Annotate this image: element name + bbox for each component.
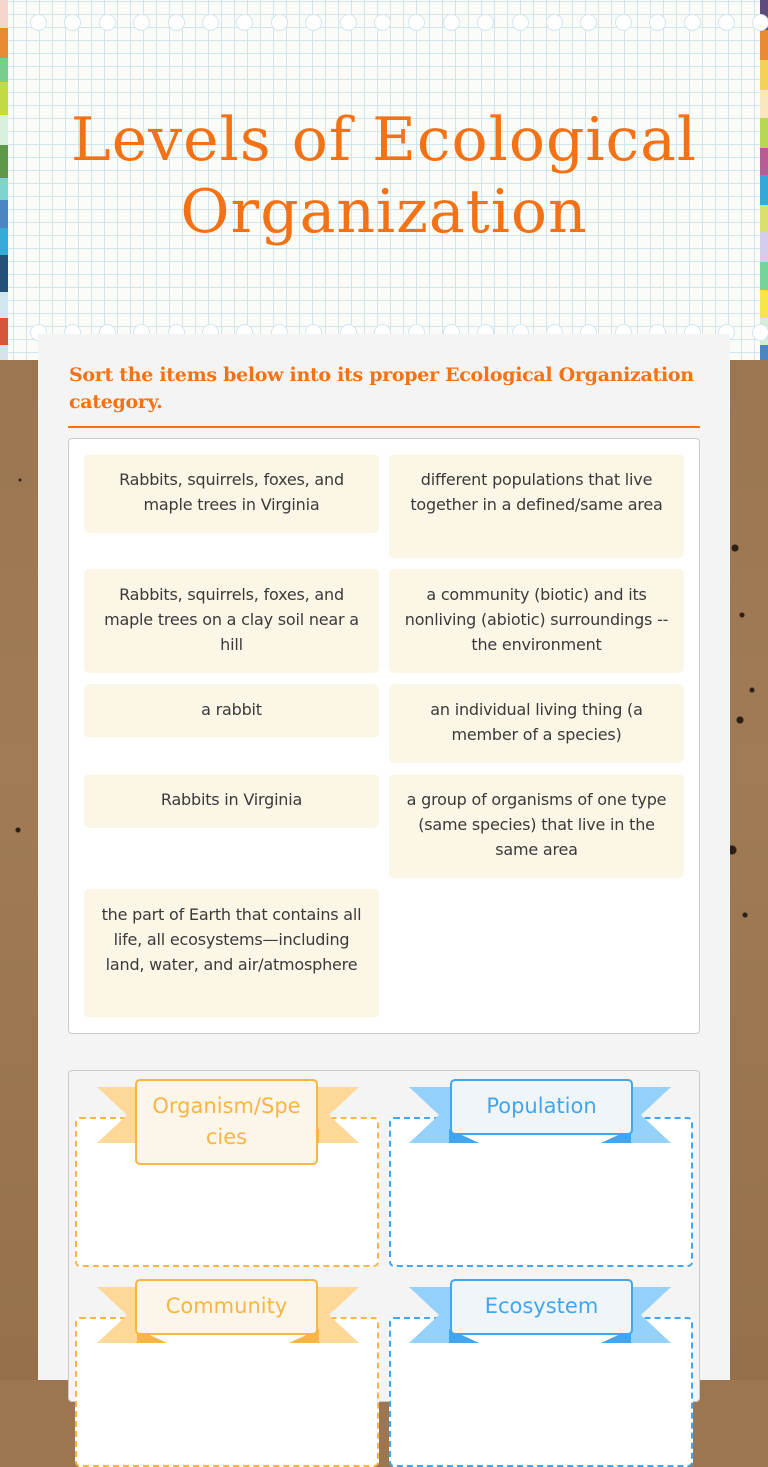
binder-hole	[408, 14, 426, 31]
binder-hole	[270, 14, 288, 31]
binder-hole	[30, 14, 47, 31]
draggable-item[interactable]: the part of Earth that contains all life…	[84, 889, 379, 1018]
category-label: Ecosystem	[450, 1279, 633, 1335]
binder-hole	[305, 14, 323, 31]
binder-hole	[546, 14, 563, 31]
item-text: a group of organisms of one type (same s…	[406, 790, 667, 859]
category-drop-zones: Organism/Species Population Community Ec…	[68, 1070, 700, 1467]
draggable-item[interactable]: Rabbits in Virginia	[84, 774, 379, 828]
draggable-item[interactable]: different populations that live together…	[389, 454, 684, 558]
binder-hole	[718, 14, 735, 31]
draggable-item[interactable]: a community (biotic) and its nonliving (…	[389, 569, 684, 673]
category-label-text: Organism/Species	[152, 1094, 301, 1149]
item-text: an individual living thing (a member of …	[430, 700, 643, 744]
graph-paper-header: Levels of Ecological Organization	[0, 0, 768, 360]
item-text: Rabbits, squirrels, foxes, and maple tre…	[104, 585, 359, 654]
binder-hole	[374, 14, 391, 31]
draggable-item[interactable]: an individual living thing (a member of …	[389, 684, 684, 763]
binder-hole	[752, 14, 768, 31]
category-label: Organism/Species	[135, 1079, 318, 1165]
draggable-items-pool: Rabbits, squirrels, foxes, and maple tre…	[68, 438, 700, 1034]
binder-hole	[339, 14, 357, 31]
binder-hole	[64, 14, 82, 31]
binder-hole	[167, 14, 185, 31]
binder-hole	[133, 14, 151, 31]
title-line-1: Levels of Ecological	[70, 105, 698, 175]
instructions: Sort the items below into its proper Eco…	[69, 364, 694, 413]
draggable-item[interactable]: Rabbits, squirrels, foxes, and maple tre…	[84, 454, 379, 533]
binder-hole	[649, 14, 667, 31]
title-line-2: Organization	[180, 177, 588, 247]
binder-hole	[442, 14, 460, 31]
category-label: Community	[135, 1279, 318, 1335]
binder-holes-top	[0, 14, 768, 34]
item-text: Rabbits, squirrels, foxes, and maple tre…	[119, 470, 344, 514]
item-text: Rabbits in Virginia	[160, 790, 303, 809]
category-label-text: Ecosystem	[484, 1294, 599, 1318]
binder-hole	[236, 14, 254, 31]
binder-hole	[752, 324, 768, 341]
item-text: a rabbit	[201, 700, 262, 719]
category-label-text: Community	[165, 1294, 288, 1318]
item-text: the part of Earth that contains all life…	[101, 905, 362, 974]
item-text: a community (biotic) and its nonliving (…	[404, 585, 669, 654]
binder-hole	[511, 14, 529, 31]
draggable-item[interactable]: Rabbits, squirrels, foxes, and maple tre…	[84, 569, 379, 673]
divider	[68, 426, 700, 428]
binder-hole	[580, 14, 598, 31]
draggable-item[interactable]: a rabbit	[84, 684, 379, 738]
binder-hole	[202, 14, 219, 31]
page-title: Levels of Ecological Organization	[0, 104, 768, 248]
item-text: different populations that live together…	[410, 470, 663, 514]
draggable-item[interactable]: a group of organisms of one type (same s…	[389, 774, 684, 878]
binder-hole	[477, 14, 495, 31]
binder-hole	[614, 14, 632, 31]
category-label: Population	[450, 1079, 633, 1135]
binder-hole	[683, 14, 701, 31]
worksheet-card: Sort the items below into its proper Eco…	[38, 334, 730, 1467]
binder-hole	[98, 14, 116, 31]
category-label-text: Population	[486, 1094, 597, 1118]
